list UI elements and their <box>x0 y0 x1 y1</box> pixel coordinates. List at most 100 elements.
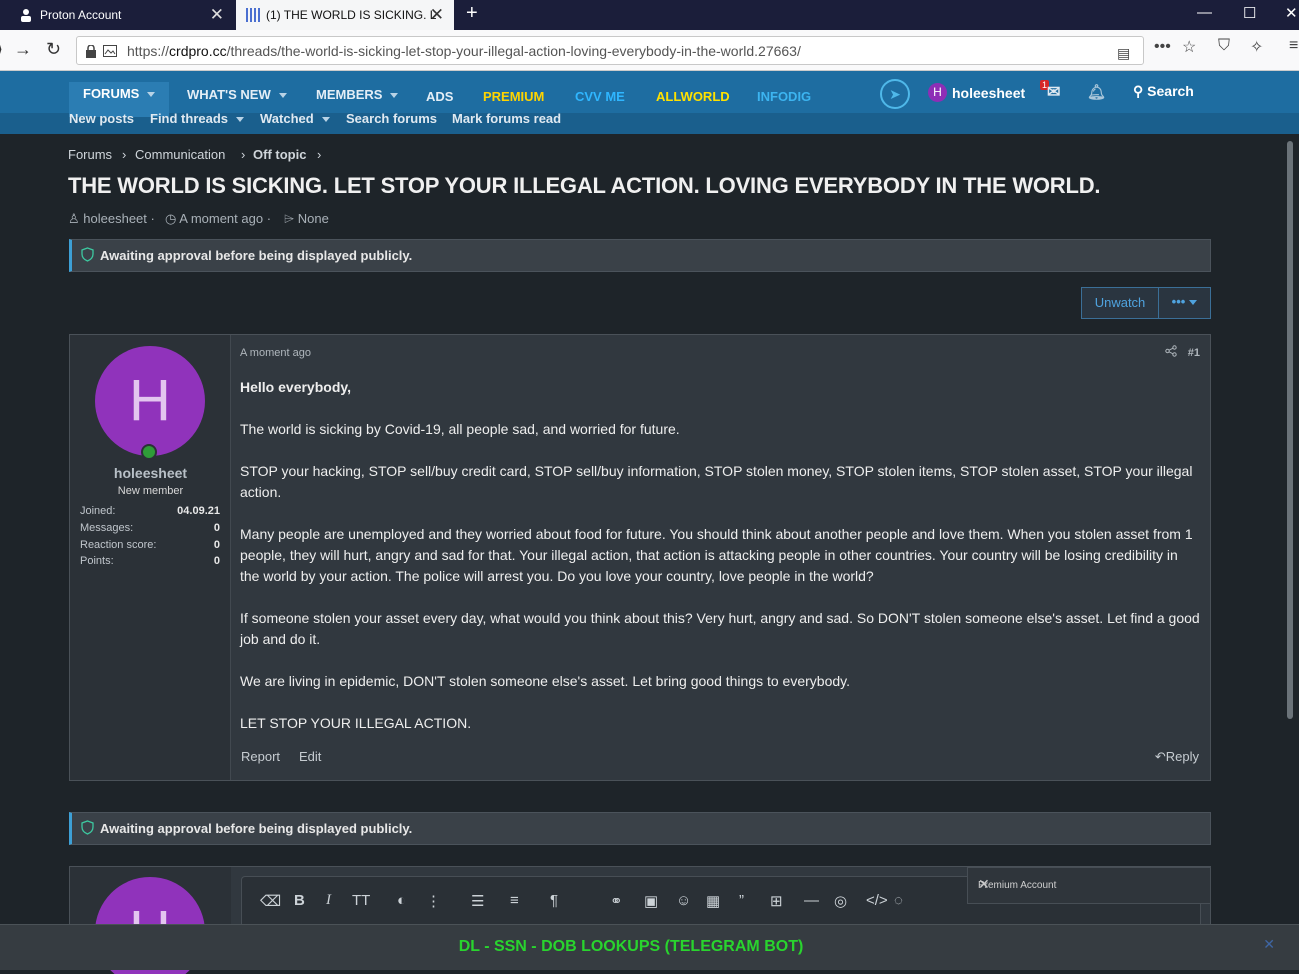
post-number[interactable]: #1 <box>1188 347 1200 359</box>
quote-icon[interactable]: ” <box>739 892 744 909</box>
stat-points: Points: 0 <box>80 555 220 567</box>
site-header: FORUMS WHAT'S NEW MEMBERS ADS PREMIUM CV… <box>0 71 1299 134</box>
hide-icon[interactable]: ◌ <box>894 892 903 909</box>
report-button[interactable]: Report <box>241 749 280 764</box>
link-icon[interactable]: ⚭ <box>610 892 623 910</box>
site-favicon <box>246 8 260 22</box>
tab-label: Proton Account <box>40 8 122 22</box>
nav-premium[interactable]: PREMIUM <box>483 89 544 104</box>
edit-button[interactable]: Edit <box>299 749 321 764</box>
thread-time[interactable]: ◷ A moment ago · <box>165 211 271 227</box>
reload-icon[interactable]: ↻ <box>46 39 61 60</box>
account-username[interactable]: holeesheet <box>952 85 1025 101</box>
more-vert-icon[interactable]: ⋮ <box>426 892 441 910</box>
close-tab-icon[interactable]: ✕ <box>210 5 224 25</box>
unwatch-button[interactable]: Unwatch <box>1082 288 1159 318</box>
search-button[interactable]: ⚲ Search <box>1133 83 1194 100</box>
maximize-icon[interactable]: ☐ <box>1243 4 1256 22</box>
paragraph-icon[interactable]: ¶ <box>550 892 558 909</box>
bell-icon[interactable]: 🔔︎ <box>1087 83 1106 101</box>
code-icon[interactable]: </> <box>866 892 888 909</box>
palette-icon[interactable]: ◐ <box>397 892 406 909</box>
post-body: Hello everybody, The world is sicking by… <box>240 377 1200 755</box>
bookmark-star-icon[interactable]: ☆ <box>1182 37 1196 57</box>
nav-infodig[interactable]: INFODIG <box>757 89 811 104</box>
eraser-icon[interactable]: ⌫ <box>260 892 281 910</box>
post-paragraph: LET STOP YOUR ILLEGAL ACTION. <box>240 715 472 731</box>
notice-text: Awaiting approval before being displayed… <box>100 248 413 263</box>
post-paragraph: Many people are unemployed and they worr… <box>240 526 1193 584</box>
proton-icon <box>20 8 32 22</box>
subnav-watched[interactable]: Watched <box>260 111 330 126</box>
close-tab-icon[interactable]: ✕ <box>430 5 444 25</box>
breadcrumb-separator: › <box>317 147 322 162</box>
spoiler-icon[interactable]: ◎ <box>834 892 847 910</box>
extension-icon[interactable]: ✧ <box>1250 37 1263 57</box>
search-icon: ⚲ <box>1133 83 1144 99</box>
thread-author[interactable]: ♙ holeesheet · <box>68 211 155 227</box>
italic-icon[interactable]: I <box>326 892 331 909</box>
nav-whats-new[interactable]: WHAT'S NEW <box>187 87 287 102</box>
address-bar[interactable]: https://crdpro.cc/threads/the-world-is-s… <box>76 36 1144 65</box>
inbox-icon[interactable]: ✉ <box>1047 82 1060 102</box>
forward-icon[interactable]: → <box>14 39 32 60</box>
menu-icon[interactable]: ≡ <box>1289 37 1298 55</box>
page-info-icon[interactable] <box>103 45 117 60</box>
url-text: https://crdpro.cc/threads/the-world-is-s… <box>127 43 801 59</box>
back-icon[interactable]: ⟩ <box>0 39 3 60</box>
tab-proton-account[interactable]: Proton Account ✕ <box>0 0 234 30</box>
shield-icon[interactable]: ⛉ <box>1218 37 1230 55</box>
stat-joined: Joined: 04.09.21 <box>80 505 220 517</box>
tag-icon: ⌲ <box>284 211 295 226</box>
subnav-search-forums[interactable]: Search forums <box>346 111 437 126</box>
list-icon[interactable]: ☰ <box>471 892 484 910</box>
nav-members[interactable]: MEMBERS <box>316 87 399 102</box>
footer-banner-link[interactable]: DL - SSN - DOB LOOKUPS (TELEGRAM BOT) <box>0 938 1262 956</box>
new-tab-icon[interactable]: + <box>466 2 478 25</box>
nav-allworld[interactable]: ALLWORLD <box>656 89 730 104</box>
approval-notice: Awaiting approval before being displayed… <box>69 239 1211 272</box>
reply-icon: ↶ <box>1154 749 1166 764</box>
minimize-icon[interactable]: — <box>1197 4 1212 21</box>
avatar[interactable]: H <box>95 346 205 456</box>
media-icon[interactable]: ▦ <box>706 892 720 910</box>
avatar[interactable]: H <box>928 83 947 102</box>
post-paragraph: If someone stolen your asset every day, … <box>240 610 1200 647</box>
post-username[interactable]: holeesheet <box>70 465 231 481</box>
nav-cvv-me[interactable]: CVV ME <box>575 89 625 104</box>
breadcrumb-off-topic[interactable]: Off topic <box>253 147 306 162</box>
more-options-button[interactable]: ••• <box>1159 288 1210 318</box>
hr-icon[interactable]: — <box>804 892 819 909</box>
lock-icon <box>85 44 97 61</box>
subnav-find-threads[interactable]: Find threads <box>150 111 245 126</box>
shield-check-icon <box>81 247 94 262</box>
reply-button[interactable]: ↶Reply <box>1155 749 1199 765</box>
align-icon[interactable]: ≡ <box>510 892 519 909</box>
shield-check-icon <box>81 820 94 835</box>
close-window-icon[interactable]: ✕ <box>1285 4 1298 22</box>
share-icon[interactable] <box>1165 345 1177 360</box>
reader-view-icon[interactable]: ▤ <box>1117 45 1130 62</box>
post: H holeesheet New member Joined: 04.09.21 … <box>69 334 1211 781</box>
close-icon[interactable]: ✕ <box>978 876 1200 893</box>
telegram-icon[interactable]: ➤ <box>880 79 910 109</box>
stat-messages: Messages: 0 <box>80 522 220 534</box>
bold-icon[interactable]: B <box>294 892 305 909</box>
post-time[interactable]: A moment ago <box>240 347 311 359</box>
thread-tags[interactable]: ⌲ None <box>284 211 329 227</box>
post-paragraph: The world is sicking by Covid-19, all pe… <box>240 421 680 437</box>
page-actions-icon[interactable]: ••• <box>1154 38 1171 56</box>
close-icon[interactable]: ✕ <box>1263 936 1275 953</box>
breadcrumb-forums[interactable]: Forums <box>68 147 112 162</box>
smiley-icon[interactable]: ☺ <box>676 892 691 909</box>
tab-thread[interactable]: (1) THE WORLD IS SICKING. LET ✕ <box>236 0 454 30</box>
image-icon[interactable]: ▣ <box>644 892 658 910</box>
nav-ads[interactable]: ADS <box>426 89 453 104</box>
scrollbar[interactable] <box>1287 141 1293 719</box>
text-size-icon[interactable]: TT <box>352 892 370 909</box>
subnav-mark-read[interactable]: Mark forums read <box>452 111 561 126</box>
table-icon[interactable]: ⊞ <box>770 892 783 910</box>
browser-tabbar: Proton Account ✕ (1) THE WORLD IS SICKIN… <box>0 0 1299 30</box>
subnav-new-posts[interactable]: New posts <box>69 111 134 126</box>
breadcrumb-communication[interactable]: Communication <box>135 147 225 162</box>
